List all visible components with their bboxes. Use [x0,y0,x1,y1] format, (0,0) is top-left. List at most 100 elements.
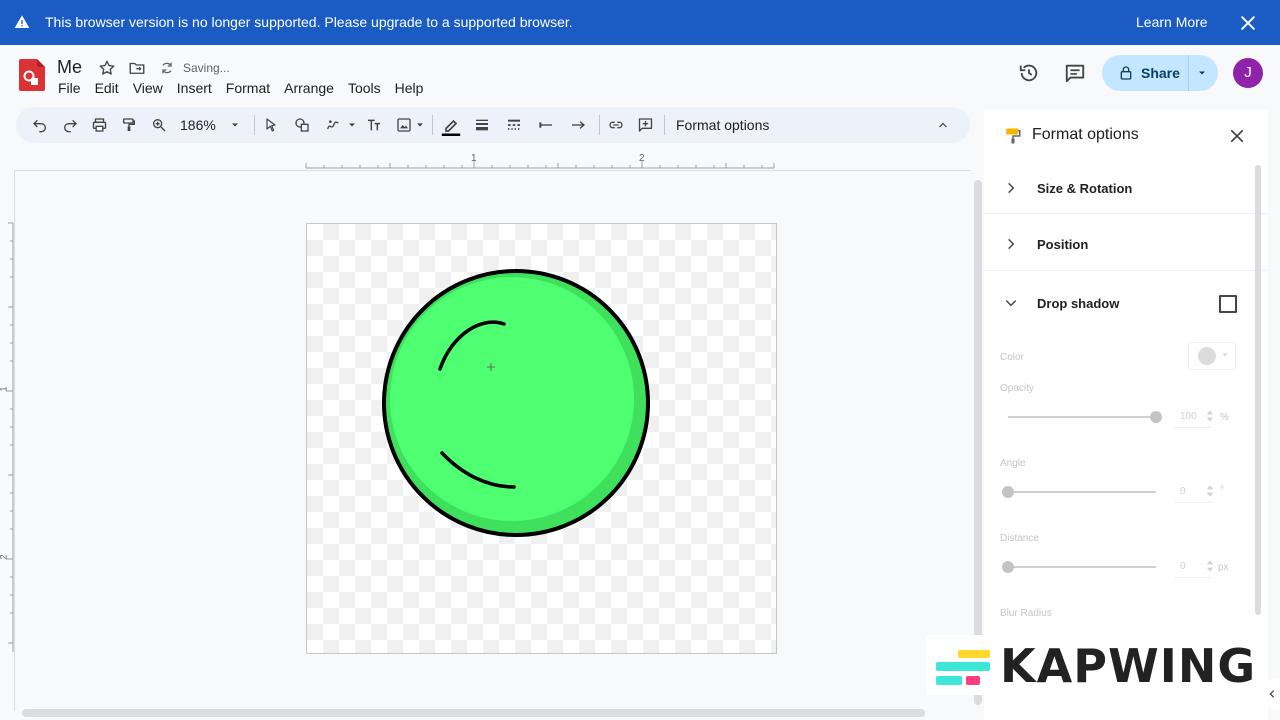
share-button[interactable]: Share [1102,55,1218,91]
format-options-button[interactable]: Format options [676,117,769,133]
paint-format-icon[interactable] [121,117,137,133]
ruler-label-1: 1 [471,153,477,164]
collapse-toolbar-icon[interactable] [936,119,950,131]
paint-roller-icon [1004,126,1022,146]
zoom-level[interactable]: 186% [180,117,216,133]
opacity-slider-handle[interactable] [1150,411,1162,423]
spinner-arrows-icon [1206,484,1214,498]
lock-icon [1118,64,1134,82]
banner-message: This browser version is no longer suppor… [45,14,573,30]
horizontal-ruler: 1 2 [14,153,970,169]
share-dropdown-icon[interactable] [1196,67,1208,79]
version-history-icon[interactable] [1018,62,1040,84]
chevron-left-icon [1267,688,1277,700]
add-comment-icon[interactable] [637,117,654,133]
menu-view[interactable]: View [133,80,163,96]
chevron-down-icon [1221,351,1229,359]
drawing-page[interactable] [306,223,777,654]
line-end-arrow-icon[interactable] [569,117,587,133]
kapwing-watermark: KAPWING [926,635,1266,695]
move-folder-icon[interactable] [128,59,146,77]
px-unit: px [1218,562,1229,573]
spinner-arrows-icon [1206,559,1214,573]
spinner-arrows-icon [1206,409,1214,423]
close-panel-icon[interactable] [1228,127,1246,145]
image-dropdown-icon[interactable] [415,120,425,130]
vertical-ruler: 1 2 [0,170,14,710]
undo-icon[interactable] [32,117,48,133]
distance-label: Distance [1000,533,1039,544]
link-icon[interactable] [607,117,625,133]
line-weight-icon[interactable] [474,117,490,133]
menu-tools[interactable]: Tools [348,80,381,96]
opacity-input[interactable]: 100 [1174,407,1214,428]
distance-slider[interactable] [1008,566,1156,568]
line-dropdown-icon[interactable] [347,120,357,130]
panel-title: Format options [1032,126,1139,143]
panel-scrollbar[interactable] [1255,165,1261,615]
saving-status: Saving... [183,61,230,75]
angle-input[interactable]: 0 [1174,482,1214,503]
degree-unit: ° [1220,485,1224,496]
chevron-right-icon[interactable] [1004,236,1018,252]
chevron-down-icon[interactable] [1002,296,1020,310]
learn-more-link[interactable]: Learn More [1136,14,1208,30]
comments-icon[interactable] [1064,62,1086,84]
app-header: Me Saving... File Edit View Insert Forma… [0,45,1280,105]
percent-unit: % [1220,412,1229,423]
vruler-label-2: 2 [0,554,9,559]
avatar[interactable]: J [1233,58,1263,88]
close-icon[interactable] [1238,13,1258,33]
angle-slider[interactable] [1008,491,1156,493]
menu-file[interactable]: File [58,80,81,96]
opacity-label: Opacity [1000,383,1034,394]
line-start-icon[interactable] [537,117,555,133]
toolbar: 186% Format options [16,107,970,143]
menu-help[interactable]: Help [395,80,424,96]
drop-shadow-checkbox[interactable] [1219,295,1237,313]
drawings-logo-icon[interactable] [19,59,45,91]
position-section[interactable]: Position [1037,237,1088,252]
zoom-dropdown-icon[interactable] [230,120,240,130]
angle-label: Angle [1000,458,1026,469]
shape-icon[interactable] [293,117,311,133]
zoom-icon[interactable] [151,117,167,133]
angle-slider-handle[interactable] [1002,486,1014,498]
ruler-label-2: 2 [639,153,645,164]
document-title[interactable]: Me [57,57,82,78]
text-box-icon[interactable] [365,117,383,133]
star-icon[interactable] [98,59,116,77]
color-label: Color [1000,352,1024,363]
distance-input[interactable]: 0 [1174,557,1214,578]
share-label: Share [1141,65,1180,81]
select-cursor-icon[interactable] [263,117,279,133]
redo-icon[interactable] [62,117,78,133]
horizontal-scrollbar[interactable] [22,709,925,717]
menu-format[interactable]: Format [226,80,270,96]
shadow-color-picker[interactable] [1188,342,1236,370]
vertical-scrollbar[interactable] [974,180,982,705]
sync-icon [159,59,175,77]
print-icon[interactable] [91,117,108,133]
green-circle-drawing[interactable] [307,224,776,653]
line-dash-icon[interactable] [506,117,522,133]
vruler-label-1: 1 [0,386,9,391]
unsupported-browser-banner: This browser version is no longer suppor… [0,0,1280,45]
menu-arrange[interactable]: Arrange [284,80,334,96]
distance-slider-handle[interactable] [1002,561,1014,573]
image-icon[interactable] [396,117,412,133]
opacity-slider[interactable] [1008,416,1156,418]
kapwing-logo-icon [936,650,990,685]
menu-insert[interactable]: Insert [177,80,212,96]
format-options-panel: Format options Size & Rotation Position … [984,110,1268,720]
drop-shadow-section[interactable]: Drop shadow [1037,296,1119,311]
size-rotation-section[interactable]: Size & Rotation [1037,181,1132,196]
menu-edit[interactable]: Edit [95,80,119,96]
chevron-right-icon[interactable] [1004,180,1018,196]
warning-icon [14,14,30,30]
line-tool-icon[interactable] [325,117,341,133]
blur-radius-label: Blur Radius [1000,608,1052,619]
kapwing-text: KAPWING [1000,639,1257,693]
line-color-icon[interactable] [441,115,461,137]
menu-bar: File Edit View Insert Format Arrange Too… [58,80,437,96]
